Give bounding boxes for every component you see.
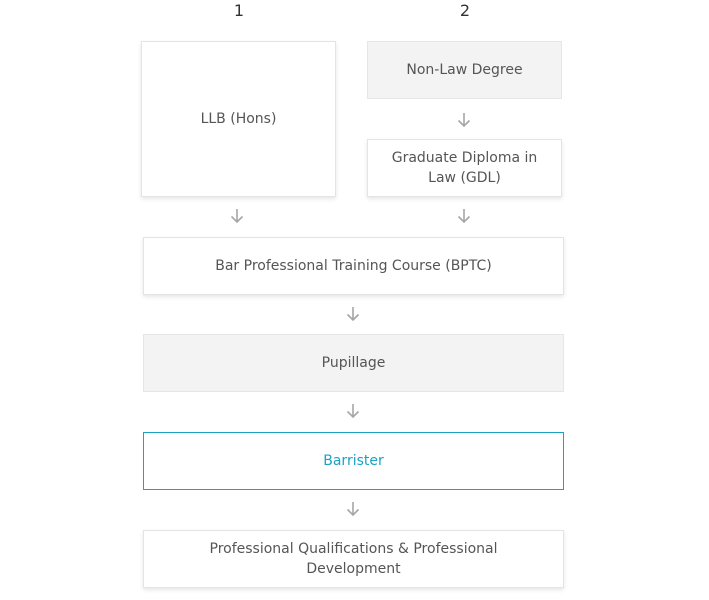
- arrow-down-icon: [345, 501, 361, 517]
- route-1-number: 1: [233, 1, 245, 20]
- barrister-label: Barrister: [323, 453, 384, 469]
- barrister-box: Barrister: [143, 432, 564, 490]
- non-law-degree-label: Non-Law Degree: [406, 62, 523, 78]
- gdl-label: Graduate Diploma in Law (GDL): [391, 150, 538, 186]
- llb-label: LLB (Hons): [200, 111, 277, 127]
- llb-box: LLB (Hons): [141, 41, 336, 197]
- pupillage-box: Pupillage: [143, 334, 564, 392]
- arrow-down-icon: [345, 306, 361, 322]
- arrow-down-icon: [345, 403, 361, 419]
- non-law-degree-box: Non-Law Degree: [367, 41, 562, 99]
- arrow-down-icon: [229, 208, 245, 224]
- bptc-box: Bar Professional Training Course (BPTC): [143, 237, 564, 295]
- professional-development-box: Professional Qualifications & Profession…: [143, 530, 564, 588]
- bptc-label: Bar Professional Training Course (BPTC): [215, 258, 492, 274]
- arrow-down-icon: [456, 208, 472, 224]
- pupillage-label: Pupillage: [321, 355, 386, 371]
- route-2-number: 2: [459, 1, 471, 20]
- professional-development-label: Professional Qualifications & Profession…: [209, 541, 498, 577]
- gdl-box: Graduate Diploma in Law (GDL): [367, 139, 562, 197]
- arrow-down-icon: [456, 112, 472, 128]
